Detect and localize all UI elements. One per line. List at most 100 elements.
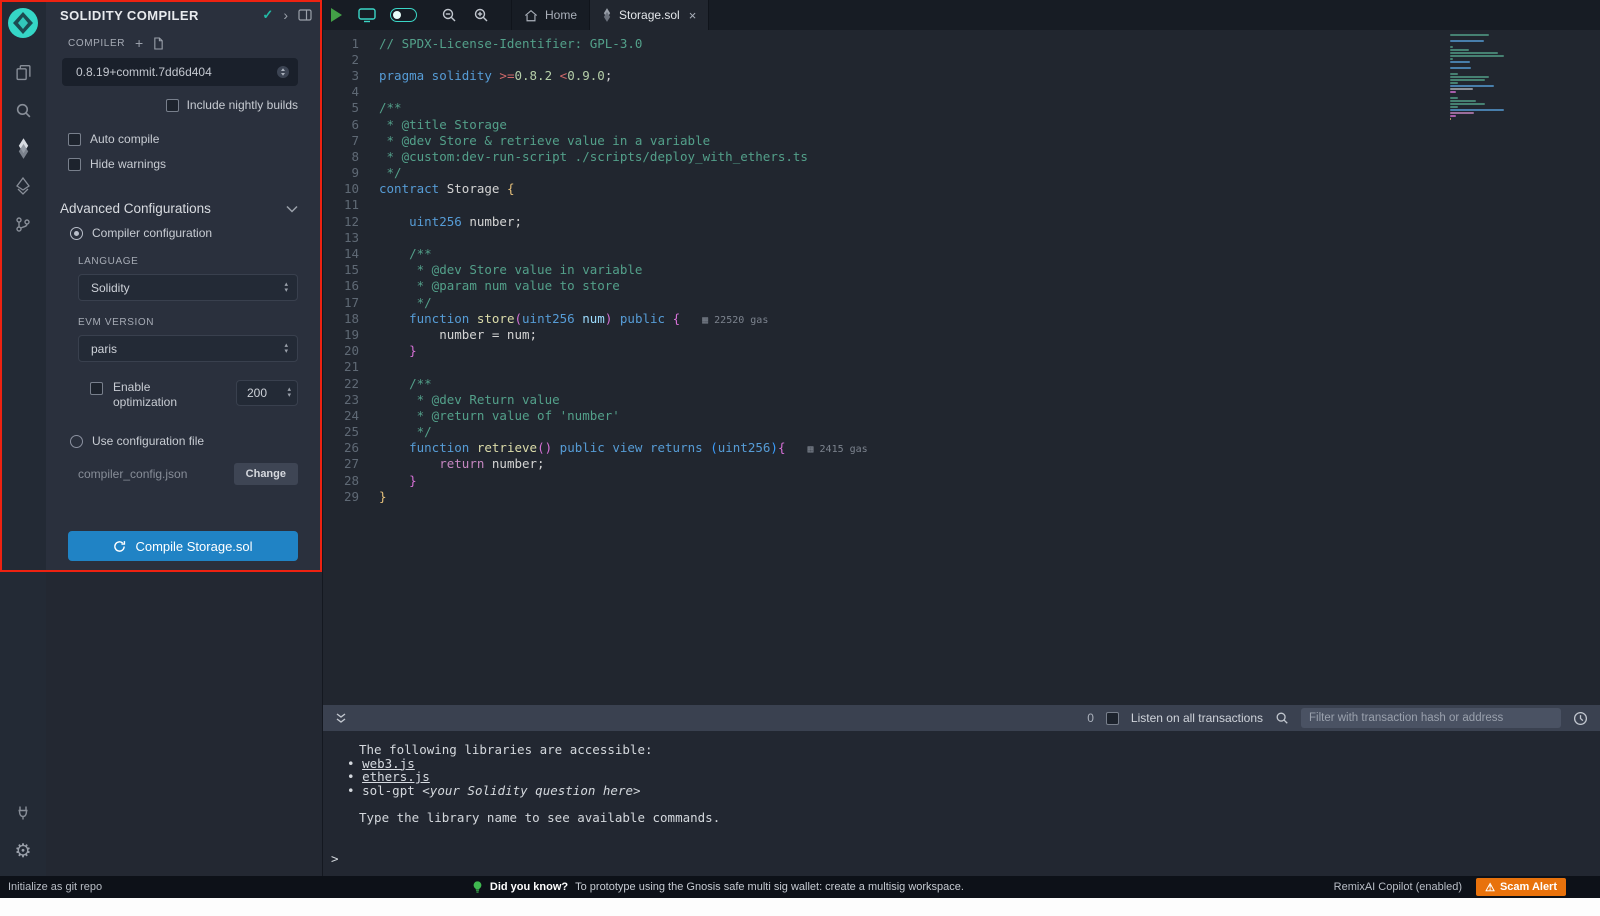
gas-estimate-badge: ▦ 22520 gas — [702, 315, 768, 326]
language-select[interactable]: Solidity ▴▾ — [78, 274, 298, 301]
line-number: 22 — [323, 376, 379, 391]
line-number: 25 — [323, 424, 379, 439]
terminal-line — [323, 797, 1600, 811]
plug-icon[interactable] — [0, 794, 46, 832]
scam-alert-badge[interactable]: ⚠ Scam Alert — [1476, 878, 1566, 896]
hide-warnings-checkbox[interactable] — [68, 158, 81, 171]
code-line: 25 */ — [323, 424, 1600, 440]
line-number: 28 — [323, 473, 379, 488]
select-arrows-icon: ▴▾ — [284, 282, 288, 294]
file-explorer-icon[interactable] — [0, 53, 46, 91]
git-icon[interactable] — [0, 205, 46, 243]
compile-button-label: Compile Storage.sol — [135, 539, 252, 554]
enable-optimization-label: Enable optimization — [113, 380, 195, 410]
init-git-repo-button[interactable]: Initialize as git repo — [0, 881, 102, 893]
collapse-terminal-icon[interactable] — [335, 712, 347, 725]
copilot-status[interactable]: RemixAI Copilot (enabled) — [1334, 881, 1462, 893]
code-line: 4 — [323, 84, 1600, 100]
run-script-button[interactable] — [323, 0, 350, 30]
scam-alert-label: Scam Alert — [1500, 881, 1557, 893]
line-number: 16 — [323, 278, 379, 293]
transaction-filter-input[interactable] — [1301, 708, 1561, 728]
add-compiler-icon[interactable]: + — [135, 36, 143, 50]
line-number: 12 — [323, 214, 379, 229]
nightly-builds-checkbox[interactable] — [166, 99, 179, 112]
auto-compile-checkbox[interactable] — [68, 133, 81, 146]
did-you-know-label: Did you know? — [490, 881, 568, 893]
advanced-configurations-title: Advanced Configurations — [60, 201, 286, 216]
bottom-margin — [0, 898, 1600, 916]
line-number: 8 — [323, 149, 379, 164]
compiler-version-select[interactable]: 0.8.19+commit.7dd6d404 — [62, 58, 298, 86]
pin-panel-icon[interactable] — [298, 9, 312, 21]
chevron-right-icon[interactable]: › — [283, 7, 288, 23]
code-line: 27 return number; — [323, 456, 1600, 472]
terminal[interactable]: The following libraries are accessible:•… — [323, 731, 1600, 876]
clock-icon[interactable] — [1573, 711, 1588, 726]
version-dropdown-icon — [276, 65, 290, 79]
close-tab-icon[interactable]: × — [689, 8, 697, 23]
line-number: 14 — [323, 246, 379, 261]
main-area: Home Storage.sol × 1// SPDX-License-Iden… — [322, 0, 1600, 876]
remix-ide-app: ⚙ SOLIDITY COMPILER ✓ › COMPILER + 0.8.1… — [0, 0, 1600, 898]
line-number: 6 — [323, 117, 379, 132]
compile-button[interactable]: Compile Storage.sol — [68, 531, 298, 561]
code-line: 1// SPDX-License-Identifier: GPL-3.0 — [323, 35, 1600, 51]
panel-empty-area — [46, 572, 322, 876]
nightly-builds-label: Include nightly builds — [187, 98, 298, 112]
change-config-button[interactable]: Change — [234, 463, 298, 485]
terminal-lines: The following libraries are accessible:•… — [323, 743, 1600, 824]
tab-storage-label: Storage.sol — [619, 8, 680, 22]
open-file-icon[interactable] — [153, 37, 164, 50]
remix-ai-icon[interactable] — [350, 0, 384, 30]
remix-logo[interactable] — [7, 7, 39, 39]
language-value: Solidity — [91, 281, 284, 295]
select-arrows-icon: ▴▾ — [284, 343, 288, 355]
terminal-search-icon[interactable] — [1275, 711, 1289, 725]
line-number: 18 — [323, 311, 379, 326]
code-line: 6 * @title Storage — [323, 116, 1600, 132]
evm-version-value: paris — [91, 342, 284, 356]
auto-compile-label: Auto compile — [90, 132, 159, 146]
compiler-configuration-radio[interactable] — [70, 227, 83, 240]
deploy-run-icon[interactable] — [0, 167, 46, 205]
use-configuration-file-label: Use configuration file — [92, 434, 204, 448]
line-number: 21 — [323, 359, 379, 374]
tab-storage-sol[interactable]: Storage.sol × — [590, 0, 709, 30]
code-line: 22 /** — [323, 375, 1600, 391]
optimization-runs-input[interactable]: 200 ▴▾ — [236, 380, 298, 406]
line-number: 27 — [323, 456, 379, 471]
code-line: 26 function retrieve() public view retur… — [323, 440, 1600, 456]
icon-bar: ⚙ — [0, 0, 46, 876]
editor-minimap[interactable] — [1450, 34, 1504, 121]
solidity-compiler-icon[interactable] — [0, 129, 46, 167]
settings-gear-icon[interactable]: ⚙ — [0, 832, 46, 870]
zoom-out-icon[interactable] — [433, 0, 465, 30]
code-line: 24 * @return value of 'number' — [323, 407, 1600, 423]
code-line: 21 — [323, 359, 1600, 375]
zoom-in-icon[interactable] — [465, 0, 497, 30]
chevron-down-icon[interactable] — [286, 205, 298, 213]
tab-home-label: Home — [545, 8, 577, 22]
use-configuration-file-radio[interactable] — [70, 435, 83, 448]
listen-transactions-checkbox[interactable] — [1106, 712, 1119, 725]
hide-warnings-label: Hide warnings — [90, 157, 166, 171]
line-number: 20 — [323, 343, 379, 358]
solidity-file-icon — [602, 8, 612, 22]
tab-bar: Home Storage.sol × — [323, 0, 1600, 30]
copilot-toggle[interactable] — [390, 8, 417, 22]
solidity-compiler-panel: SOLIDITY COMPILER ✓ › COMPILER + 0.8.19+… — [46, 0, 322, 876]
code-editor[interactable]: 1// SPDX-License-Identifier: GPL-3.023pr… — [323, 30, 1600, 683]
transaction-count: 0 — [1087, 711, 1094, 725]
search-icon[interactable] — [0, 91, 46, 129]
terminal-line: • web3.js — [323, 757, 1600, 771]
config-file-name: compiler_config.json — [78, 467, 187, 481]
evm-version-label: EVM VERSION — [78, 317, 322, 328]
enable-optimization-checkbox[interactable] — [90, 382, 103, 395]
line-number: 9 — [323, 165, 379, 180]
terminal-prompt[interactable]: > — [323, 852, 1600, 866]
evm-version-select[interactable]: paris ▴▾ — [78, 335, 298, 362]
tab-home[interactable]: Home — [511, 0, 590, 30]
code-line: 5/** — [323, 100, 1600, 116]
number-spinner-icon[interactable]: ▴▾ — [287, 387, 291, 399]
